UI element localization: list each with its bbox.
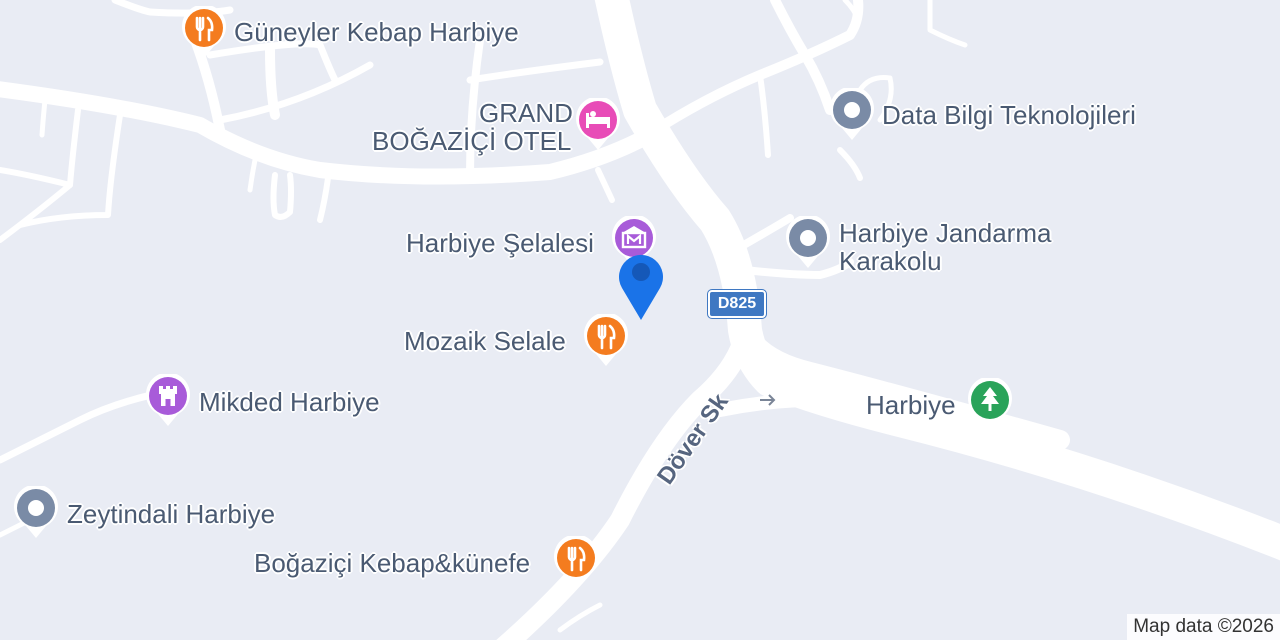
place-icon <box>14 486 58 538</box>
hotel-pin <box>574 98 626 156</box>
poi-label: Mozaik Selale <box>404 326 566 356</box>
fork-knife-icon <box>554 536 598 588</box>
poi-label: Data Bilgi Teknolojileri <box>882 100 1136 130</box>
poi-label-line-2: BOĞAZİÇİ OTEL <box>372 126 572 156</box>
fork-knife-icon <box>584 314 628 366</box>
place-icon <box>786 216 830 268</box>
map-attribution: Map data ©2026 <box>1127 614 1280 640</box>
poi-label: Harbiye Şelalesi <box>406 228 594 258</box>
poi-label: Boğaziçi Kebap&künefe <box>254 548 531 578</box>
restaurant-pin <box>180 6 232 64</box>
castle-icon <box>146 374 190 426</box>
road-small-9 <box>0 182 73 243</box>
road-small-11 <box>270 172 294 220</box>
tree-icon <box>968 378 1012 430</box>
road-dover-sk <box>496 325 755 640</box>
road-small-12 <box>317 175 331 223</box>
road-small-3 <box>216 61 374 124</box>
road-east-3 <box>837 147 863 181</box>
poi-label-line-2: Karakolu <box>839 246 942 276</box>
place-pin <box>784 216 836 274</box>
restaurant-pin <box>582 314 634 372</box>
bed-icon <box>576 98 620 150</box>
road-small-13 <box>247 157 258 193</box>
road-east-5 <box>927 0 968 48</box>
road-south <box>557 602 603 633</box>
map-canvas[interactable]: Güneyler Kebap Harbiye GRAND BOĞAZİÇİ OT… <box>0 0 1280 640</box>
road-small-14 <box>595 167 615 203</box>
one-way-arrow-icon <box>760 394 776 406</box>
poi-label-line-1: Harbiye Jandarma <box>839 218 1052 248</box>
historic-pin <box>144 374 196 432</box>
road-east-1 <box>770 0 835 115</box>
road-small-10 <box>39 97 48 138</box>
road-north-branch <box>466 58 604 84</box>
road-east-2 <box>757 72 771 158</box>
fork-knife-icon <box>182 6 226 58</box>
poi-label: Mikded Harbiye <box>199 387 380 417</box>
poi-label: Harbiye <box>866 390 956 420</box>
highway-d825 <box>594 0 1280 561</box>
poi-label: Zeytindali Harbiye <box>67 499 276 529</box>
place-pin <box>828 88 880 146</box>
poi-label-line-1: GRAND <box>479 98 573 128</box>
road-east-7 <box>731 214 794 254</box>
park-pin <box>966 378 1018 436</box>
road-north-east <box>635 0 864 145</box>
place-icon <box>830 88 874 140</box>
poi-label: Güneyler Kebap Harbiye <box>234 17 519 47</box>
place-pin <box>12 486 64 544</box>
highway-shield-d825: D825 <box>707 289 767 319</box>
road-small-8 <box>0 107 81 188</box>
location-pin-icon[interactable] <box>614 248 668 322</box>
restaurant-pin <box>552 536 604 594</box>
